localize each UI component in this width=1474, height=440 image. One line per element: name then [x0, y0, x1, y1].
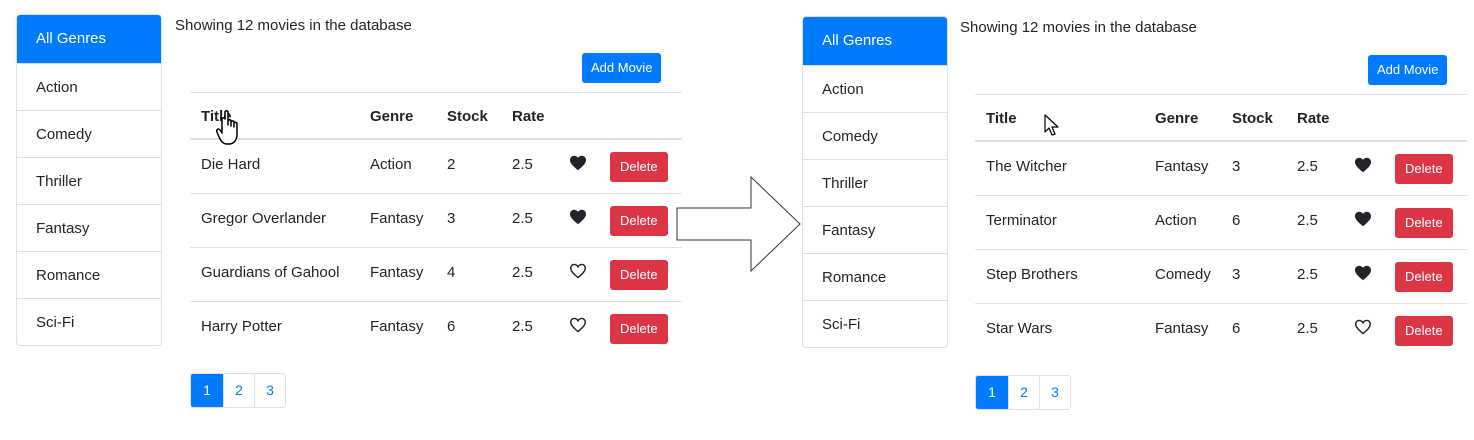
delete-button[interactable]: Delete	[1395, 154, 1453, 184]
page-link-1[interactable]: 1	[191, 374, 223, 407]
arrow-pointer-cursor-icon	[1044, 114, 1059, 136]
movie-title: The Witcher	[986, 158, 1067, 175]
page-link-3[interactable]: 3	[1039, 376, 1070, 409]
genre-item-comedy[interactable]: Comedy	[803, 112, 947, 159]
movie-genre: Fantasy	[370, 318, 424, 335]
table-row: Star Wars Fantasy 6 2.5 Delete	[975, 304, 1467, 358]
heart-filled-icon[interactable]	[1354, 265, 1372, 284]
movie-genre: Fantasy	[1155, 320, 1209, 337]
column-header-stock[interactable]: Stock	[447, 108, 488, 125]
delete-button[interactable]: Delete	[610, 314, 668, 344]
page-link-1[interactable]: 1	[976, 376, 1008, 409]
movie-title: Terminator	[986, 212, 1057, 229]
page-link-3[interactable]: 3	[254, 374, 285, 407]
movies-view-after: All Genres Action Comedy Thriller Fantas…	[786, 0, 1474, 440]
heart-filled-icon[interactable]	[1354, 211, 1372, 230]
delete-button[interactable]: Delete	[1395, 208, 1453, 238]
movie-rate: 2.5	[512, 210, 533, 227]
heart-filled-icon[interactable]	[569, 155, 587, 174]
table-row: Guardians of Gahool Fantasy 4 2.5 Delete	[190, 248, 682, 302]
genre-item-fantasy[interactable]: Fantasy	[803, 206, 947, 253]
movie-stock: 3	[1232, 266, 1241, 283]
genre-item-thriller[interactable]: Thriller	[803, 159, 947, 206]
movie-rate: 2.5	[1297, 158, 1318, 175]
table-row: Terminator Action 6 2.5 Delete	[975, 196, 1467, 250]
movie-stock: 2	[447, 156, 456, 173]
delete-button[interactable]: Delete	[610, 260, 668, 290]
add-movie-button[interactable]: Add Movie	[582, 53, 662, 83]
column-header-title[interactable]: Title	[986, 110, 1017, 127]
genre-item-romance[interactable]: Romance	[803, 253, 947, 300]
movie-genre: Action	[1155, 212, 1197, 229]
heart-outline-icon[interactable]	[1354, 319, 1372, 338]
delete-button[interactable]: Delete	[610, 152, 668, 182]
table-row: The Witcher Fantasy 3 2.5 Delete	[975, 142, 1467, 196]
genre-item-romance[interactable]: Romance	[17, 251, 161, 298]
movie-title: Guardians of Gahool	[201, 264, 340, 281]
movie-genre: Comedy	[1155, 266, 1211, 283]
genre-item-sci-fi[interactable]: Sci-Fi	[17, 298, 161, 345]
genre-item-comedy[interactable]: Comedy	[17, 110, 161, 157]
add-movie-button[interactable]: Add Movie	[1368, 55, 1448, 85]
movie-count-text: Showing 12 movies in the database	[175, 17, 412, 34]
movie-genre: Fantasy	[1155, 158, 1209, 175]
table-row: Gregor Overlander Fantasy 3 2.5 Delete	[190, 194, 682, 248]
hand-pointer-cursor-icon	[216, 110, 238, 145]
heart-filled-icon[interactable]	[569, 209, 587, 228]
movie-stock: 4	[447, 264, 456, 281]
delete-button[interactable]: Delete	[1395, 316, 1453, 346]
movie-count-text: Showing 12 movies in the database	[960, 19, 1197, 36]
movies-table: Title Genre Stock Rate Die Hard Action 2…	[190, 92, 682, 356]
genre-list: All Genres Action Comedy Thriller Fantas…	[16, 14, 162, 346]
movie-genre: Fantasy	[370, 210, 424, 227]
delete-button[interactable]: Delete	[610, 206, 668, 236]
column-header-genre[interactable]: Genre	[1155, 110, 1198, 127]
heart-filled-icon[interactable]	[1354, 157, 1372, 176]
column-header-rate[interactable]: Rate	[1297, 110, 1330, 127]
movie-stock: 3	[447, 210, 456, 227]
movie-title: Star Wars	[986, 320, 1053, 337]
movie-rate: 2.5	[1297, 212, 1318, 229]
delete-button[interactable]: Delete	[1395, 262, 1453, 292]
movie-stock: 6	[1232, 320, 1241, 337]
column-header-genre[interactable]: Genre	[370, 108, 413, 125]
table-row: Die Hard Action 2 2.5 Delete	[190, 140, 682, 194]
movie-stock: 6	[447, 318, 456, 335]
pagination: 1 2 3	[975, 375, 1071, 410]
page-link-2[interactable]: 2	[223, 374, 254, 407]
table-row: Harry Potter Fantasy 6 2.5 Delete	[190, 302, 682, 356]
table-row: Step Brothers Comedy 3 2.5 Delete	[975, 250, 1467, 304]
genre-item-thriller[interactable]: Thriller	[17, 157, 161, 204]
heart-outline-icon[interactable]	[569, 263, 587, 282]
page-link-2[interactable]: 2	[1008, 376, 1039, 409]
movie-genre: Fantasy	[370, 264, 424, 281]
movie-title: Die Hard	[201, 156, 261, 173]
pagination: 1 2 3	[190, 373, 286, 408]
movie-genre: Action	[370, 156, 412, 173]
genre-item-all-genres[interactable]: All Genres	[17, 15, 161, 63]
genre-item-sci-fi[interactable]: Sci-Fi	[803, 300, 947, 347]
heart-outline-icon[interactable]	[569, 317, 587, 336]
genre-list: All Genres Action Comedy Thriller Fantas…	[802, 16, 948, 348]
column-header-rate[interactable]: Rate	[512, 108, 545, 125]
table-header: Title Genre Stock Rate	[190, 92, 682, 140]
movie-stock: 6	[1232, 212, 1241, 229]
column-header-stock[interactable]: Stock	[1232, 110, 1273, 127]
movie-rate: 2.5	[512, 318, 533, 335]
movie-title: Harry Potter	[201, 318, 282, 335]
movie-rate: 2.5	[1297, 320, 1318, 337]
movie-stock: 3	[1232, 158, 1241, 175]
movie-rate: 2.5	[1297, 266, 1318, 283]
genre-item-action[interactable]: Action	[17, 63, 161, 110]
genre-item-fantasy[interactable]: Fantasy	[17, 204, 161, 251]
movie-title: Gregor Overlander	[201, 210, 327, 227]
right-arrow-icon	[676, 176, 801, 272]
movie-rate: 2.5	[512, 264, 533, 281]
movie-title: Step Brothers	[986, 266, 1078, 283]
genre-item-all-genres[interactable]: All Genres	[803, 17, 947, 65]
movies-view-before: All Genres Action Comedy Thriller Fantas…	[0, 0, 700, 440]
movie-rate: 2.5	[512, 156, 533, 173]
genre-item-action[interactable]: Action	[803, 65, 947, 112]
